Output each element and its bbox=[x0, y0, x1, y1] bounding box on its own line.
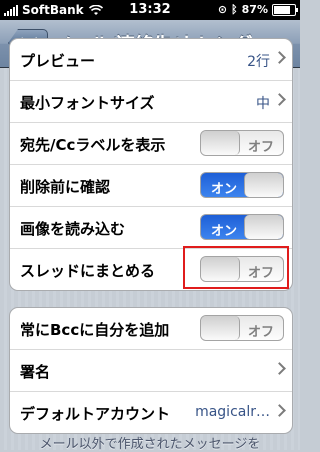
row-label: デフォルトアカウント bbox=[20, 405, 171, 423]
row-label: 最小フォントサイズ bbox=[20, 94, 155, 112]
load-images-toggle[interactable]: オン bbox=[200, 214, 284, 240]
show-to-cc-toggle[interactable]: オフ bbox=[200, 130, 284, 156]
settings-row-load-images: 画像を読み込む オン bbox=[10, 207, 292, 249]
row-value: 中 bbox=[256, 96, 270, 112]
settings-row-show-to-cc: 宛先/Ccラベルを表示 オフ bbox=[10, 123, 292, 165]
settings-row-always-bcc-self: 常にBccに自分を追加 オフ bbox=[10, 308, 292, 350]
chevron-right-icon bbox=[273, 93, 286, 106]
row-label: スレッドにまとめる bbox=[20, 262, 156, 280]
battery-percent: 87% bbox=[241, 3, 268, 16]
settings-group-2: 常にBccに自分を追加 オフ 署名 デフォルトアカウント magicalr… bbox=[9, 307, 293, 434]
chevron-right-icon bbox=[273, 404, 286, 417]
chevron-right-icon bbox=[273, 362, 286, 375]
settings-row-signature[interactable]: 署名 bbox=[10, 350, 292, 392]
highlight-box bbox=[183, 246, 289, 289]
battery-icon bbox=[272, 3, 298, 16]
settings-row-min-font-size[interactable]: 最小フォントサイズ 中 bbox=[10, 81, 292, 123]
chevron-right-icon bbox=[273, 51, 286, 64]
settings-row-preview[interactable]: プレビュー 2行 bbox=[10, 39, 292, 81]
row-label: 画像を読み込む bbox=[20, 220, 126, 238]
settings-row-default-account[interactable]: デフォルトアカウント magicalr… bbox=[10, 392, 292, 433]
always-bcc-self-toggle[interactable]: オフ bbox=[200, 315, 284, 341]
row-label: 削除前に確認 bbox=[20, 178, 111, 196]
footer-note: メール以外で作成されたメッセージを bbox=[39, 437, 261, 452]
rotation-lock-icon: ⊙ bbox=[217, 3, 228, 16]
ask-before-delete-toggle[interactable]: オン bbox=[200, 172, 284, 198]
row-value: magicalr… bbox=[195, 404, 270, 420]
row-label: 署名 bbox=[20, 363, 51, 381]
bluetooth-icon: ᛒ bbox=[231, 3, 238, 16]
status-bar: SoftBank 13:32 ⊙ ᛒ 87% bbox=[0, 0, 300, 20]
row-label: プレビュー bbox=[20, 52, 96, 70]
row-value: 2行 bbox=[247, 54, 270, 70]
settings-row-ask-before-delete: 削除前に確認 オン bbox=[10, 165, 292, 207]
row-label: 宛先/Ccラベルを表示 bbox=[20, 136, 166, 154]
row-label: 常にBccに自分を追加 bbox=[20, 321, 170, 339]
